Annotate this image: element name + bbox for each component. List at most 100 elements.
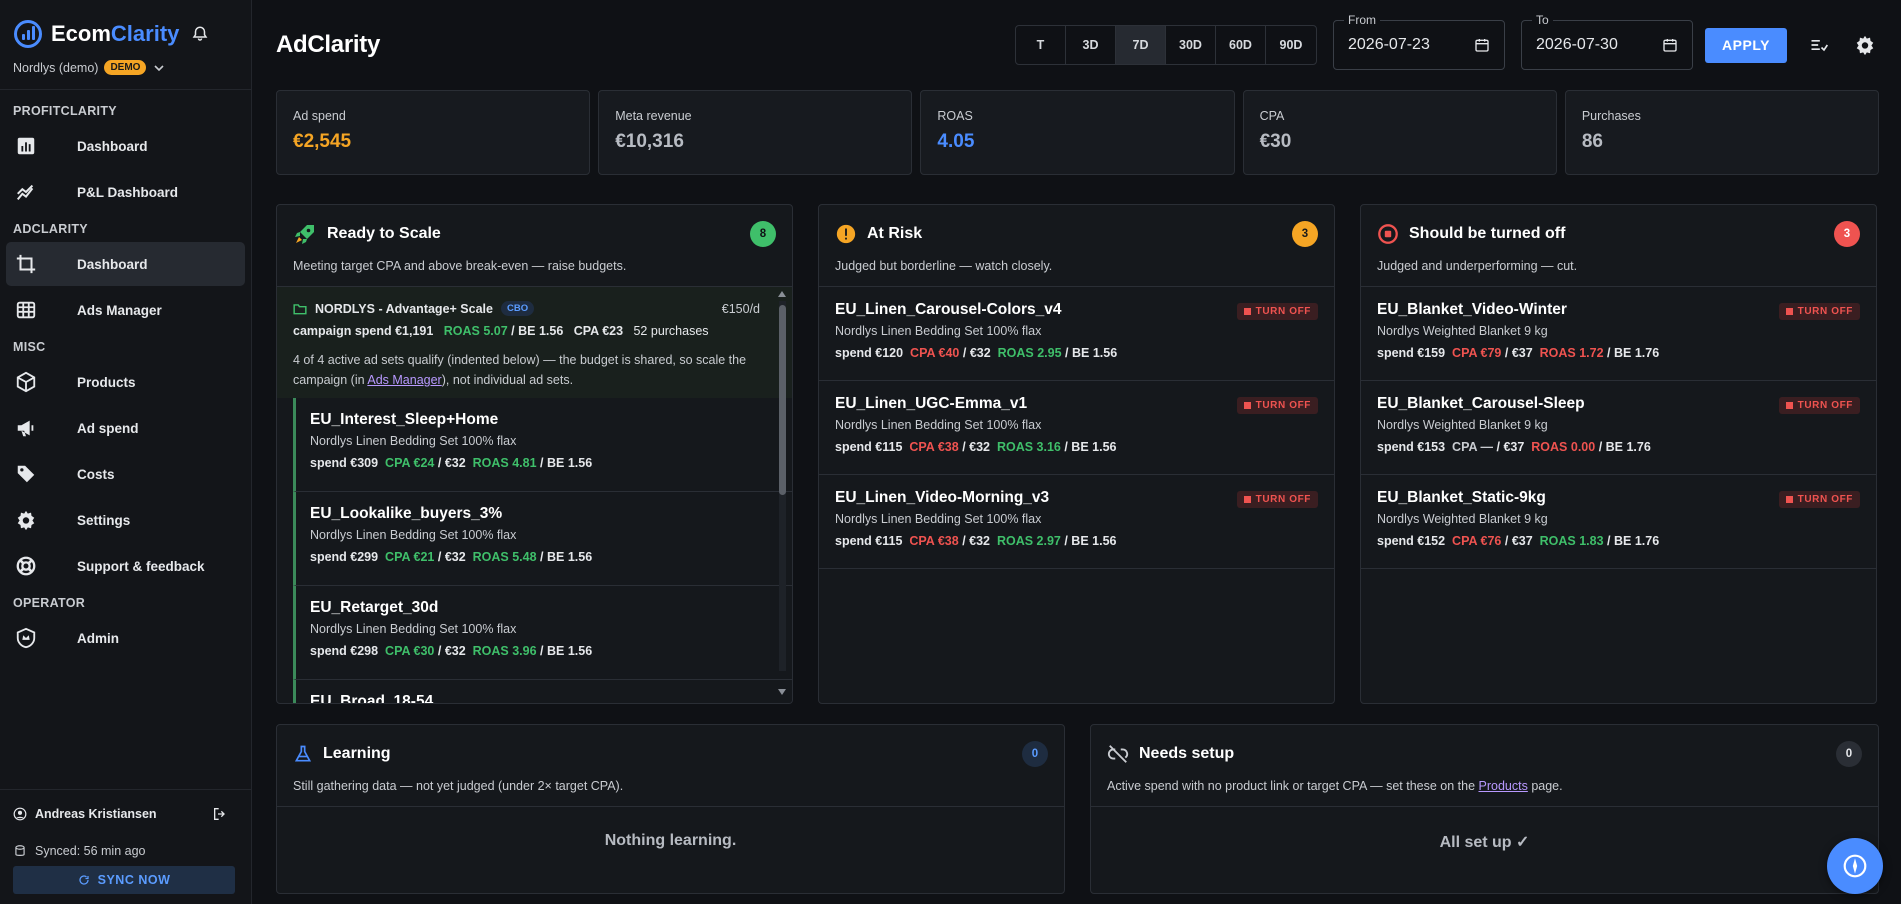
scroll-down-icon[interactable] [776, 687, 788, 697]
bell-icon[interactable] [191, 25, 209, 43]
grid-icon [15, 299, 37, 321]
kpi-value: €30 [1259, 131, 1292, 152]
panel-header: Should be turned off 3 Judged and underp… [1361, 205, 1876, 287]
apply-button[interactable]: APPLY [1705, 27, 1787, 63]
sidebar-item-dashboard[interactable]: Dashboard [6, 242, 245, 286]
sidebar-item-admin[interactable]: Admin [6, 616, 245, 660]
turn-off-badge[interactable]: TURN OFF [1778, 491, 1860, 508]
cbo-badge: CBO [500, 301, 535, 316]
shield-icon [15, 627, 37, 649]
count-badge: 0 [1836, 741, 1862, 767]
adset-name: EU_Retarget_30d [310, 599, 439, 616]
ad-stats: spend €152 CPA €76 / €37 ROAS 1.83 / BE … [1377, 534, 1860, 548]
sidebar-item-ads-manager[interactable]: Ads Manager [6, 288, 245, 332]
adset-product: Nordlys Linen Bedding Set 100% flax [310, 434, 517, 448]
from-date-field[interactable]: From 2026-07-23 [1333, 13, 1505, 70]
turn-off-label: TURN OFF [1797, 306, 1853, 317]
scrollbar[interactable] [776, 287, 788, 703]
demo-badge: DEMO [104, 60, 147, 75]
kpi-value: €2,545 [293, 131, 352, 152]
range-t[interactable]: T [1016, 26, 1066, 64]
adset-row[interactable]: EU_Retarget_30d Nordlys Linen Bedding Set… [293, 586, 792, 680]
roas: ROAS 2.95 [997, 346, 1062, 360]
cpa: CPA €21 [385, 550, 435, 564]
scroll-up-icon[interactable] [776, 289, 788, 299]
compass-fab-button[interactable] [1827, 838, 1883, 894]
store-selector[interactable]: Nordlys (demo) DEMO [0, 60, 251, 75]
range-selector: T 3D 7D 30D 60D 90D [1015, 25, 1317, 65]
turn-off-badge[interactable]: TURN OFF [1778, 303, 1860, 320]
ad-row[interactable]: EU_Linen_Carousel-Colors_v4 Nordlys Linen… [819, 287, 1334, 381]
turn-off-label: TURN OFF [1255, 306, 1311, 317]
sidebar-item-label: Ads Manager [77, 302, 162, 318]
sidebar-item-costs[interactable]: Costs [6, 452, 245, 496]
to-date-field[interactable]: To 2026-07-30 [1521, 13, 1693, 70]
sidebar-item-ad-spend[interactable]: Ad spend [6, 406, 245, 450]
range-30d[interactable]: 30D [1166, 26, 1216, 64]
sidebar-item-label: Support & feedback [77, 558, 205, 574]
ads-manager-link[interactable]: Ads Manager [367, 373, 441, 387]
adset-row[interactable]: EU_Interest_Sleep+Home Nordlys Linen Bedd… [293, 398, 792, 492]
sidebar-item-products[interactable]: Products [6, 360, 245, 404]
spend: spend €159 [1377, 346, 1446, 360]
cpa: CPA €79 [1452, 346, 1502, 360]
ad-row[interactable]: EU_Blanket_Video-Winter Nordlys Weighted … [1361, 287, 1876, 381]
adset-stats: spend €298 CPA €30 / €32 ROAS 3.96 / BE … [310, 644, 778, 658]
range-60d[interactable]: 60D [1216, 26, 1266, 64]
kpi-label: ROAS [937, 109, 973, 123]
roas: ROAS 1.72 [1539, 346, 1604, 360]
ad-row[interactable]: EU_Linen_Video-Morning_v3 Nordlys Linen B… [819, 475, 1334, 569]
rocket-icon [295, 225, 314, 244]
roas: ROAS 0.00 [1531, 440, 1596, 454]
range-7d[interactable]: 7D [1116, 26, 1166, 64]
scroll-thumb[interactable] [779, 305, 786, 495]
turn-off-badge[interactable]: TURN OFF [1236, 303, 1318, 320]
kpi-card: Ad spend €2,545 [276, 90, 591, 175]
ad-row[interactable]: EU_Blanket_Carousel-Sleep Nordlys Weighte… [1361, 381, 1876, 475]
calendar-icon[interactable] [1474, 37, 1490, 53]
ad-product: Nordlys Linen Bedding Set 100% flax [835, 418, 1042, 432]
ad-row[interactable]: EU_Blanket_Static-9kg Nordlys Weighted Bl… [1361, 475, 1876, 569]
sidebar-item-settings[interactable]: Settings [6, 498, 245, 542]
sidebar-item-p-l-dashboard[interactable]: P&L Dashboard [6, 170, 245, 214]
empty-state: Nothing learning. [604, 832, 737, 849]
kpi-card: ROAS 4.05 [920, 90, 1235, 175]
panel-title: Needs setup [1139, 745, 1235, 762]
stop-square-icon [1785, 308, 1793, 315]
adset-row[interactable]: EU_Broad_18-54 [293, 680, 792, 703]
sidebar: EcomClarity Nordlys (demo) DEMO PROFITCL… [0, 0, 252, 904]
campaign-name[interactable]: NORDLYS - Advantage+ Scale [315, 302, 493, 316]
range-3d[interactable]: 3D [1066, 26, 1116, 64]
sidebar-nav: PROFITCLARITY Dashboard P&L Dashboard ADCLA… [0, 90, 251, 660]
sidebar-item-support-feedback[interactable]: Support & feedback [6, 544, 245, 588]
ad-product: Nordlys Weighted Blanket 9 kg [1377, 512, 1548, 526]
gear-icon[interactable] [1851, 31, 1879, 59]
adset-product: Nordlys Linen Bedding Set 100% flax [310, 528, 517, 542]
spend: spend €120 [835, 346, 904, 360]
kpi-label: Meta revenue [615, 109, 692, 123]
calendar-icon[interactable] [1662, 37, 1678, 53]
section-header: MISC [13, 340, 46, 354]
sidebar-item-dashboard[interactable]: Dashboard [6, 124, 245, 168]
spend: spend €152 [1377, 534, 1446, 548]
adset-row[interactable]: EU_Lookalike_buyers_3% Nordlys Linen Bedd… [293, 492, 792, 586]
turn-off-badge[interactable]: TURN OFF [1236, 491, 1318, 508]
filter-toggle-icon[interactable] [1805, 31, 1833, 59]
turn-off-badge[interactable]: TURN OFF [1236, 397, 1318, 414]
brand[interactable]: EcomClarity [0, 16, 251, 52]
spend: spend €298 [310, 644, 379, 658]
note-text-end: ), not individual ad sets. [441, 373, 574, 387]
from-value: 2026-07-23 [1348, 36, 1430, 53]
target-cpa: / €32 [962, 534, 990, 548]
target-cpa: / €32 [962, 346, 991, 360]
turn-off-badge[interactable]: TURN OFF [1778, 397, 1860, 414]
turn-off-label: TURN OFF [1255, 494, 1311, 505]
ad-row[interactable]: EU_Linen_UGC-Emma_v1 Nordlys Linen Beddin… [819, 381, 1334, 475]
break-even: / BE 1.76 [1607, 534, 1660, 548]
sync-now-button[interactable]: SYNC NOW [13, 866, 235, 894]
adset-product: Nordlys Linen Bedding Set 100% flax [310, 622, 517, 636]
logout-icon[interactable] [212, 806, 228, 822]
products-link[interactable]: Products [1479, 779, 1528, 793]
spend: spend €153 [1377, 440, 1446, 454]
range-90d[interactable]: 90D [1266, 26, 1316, 64]
